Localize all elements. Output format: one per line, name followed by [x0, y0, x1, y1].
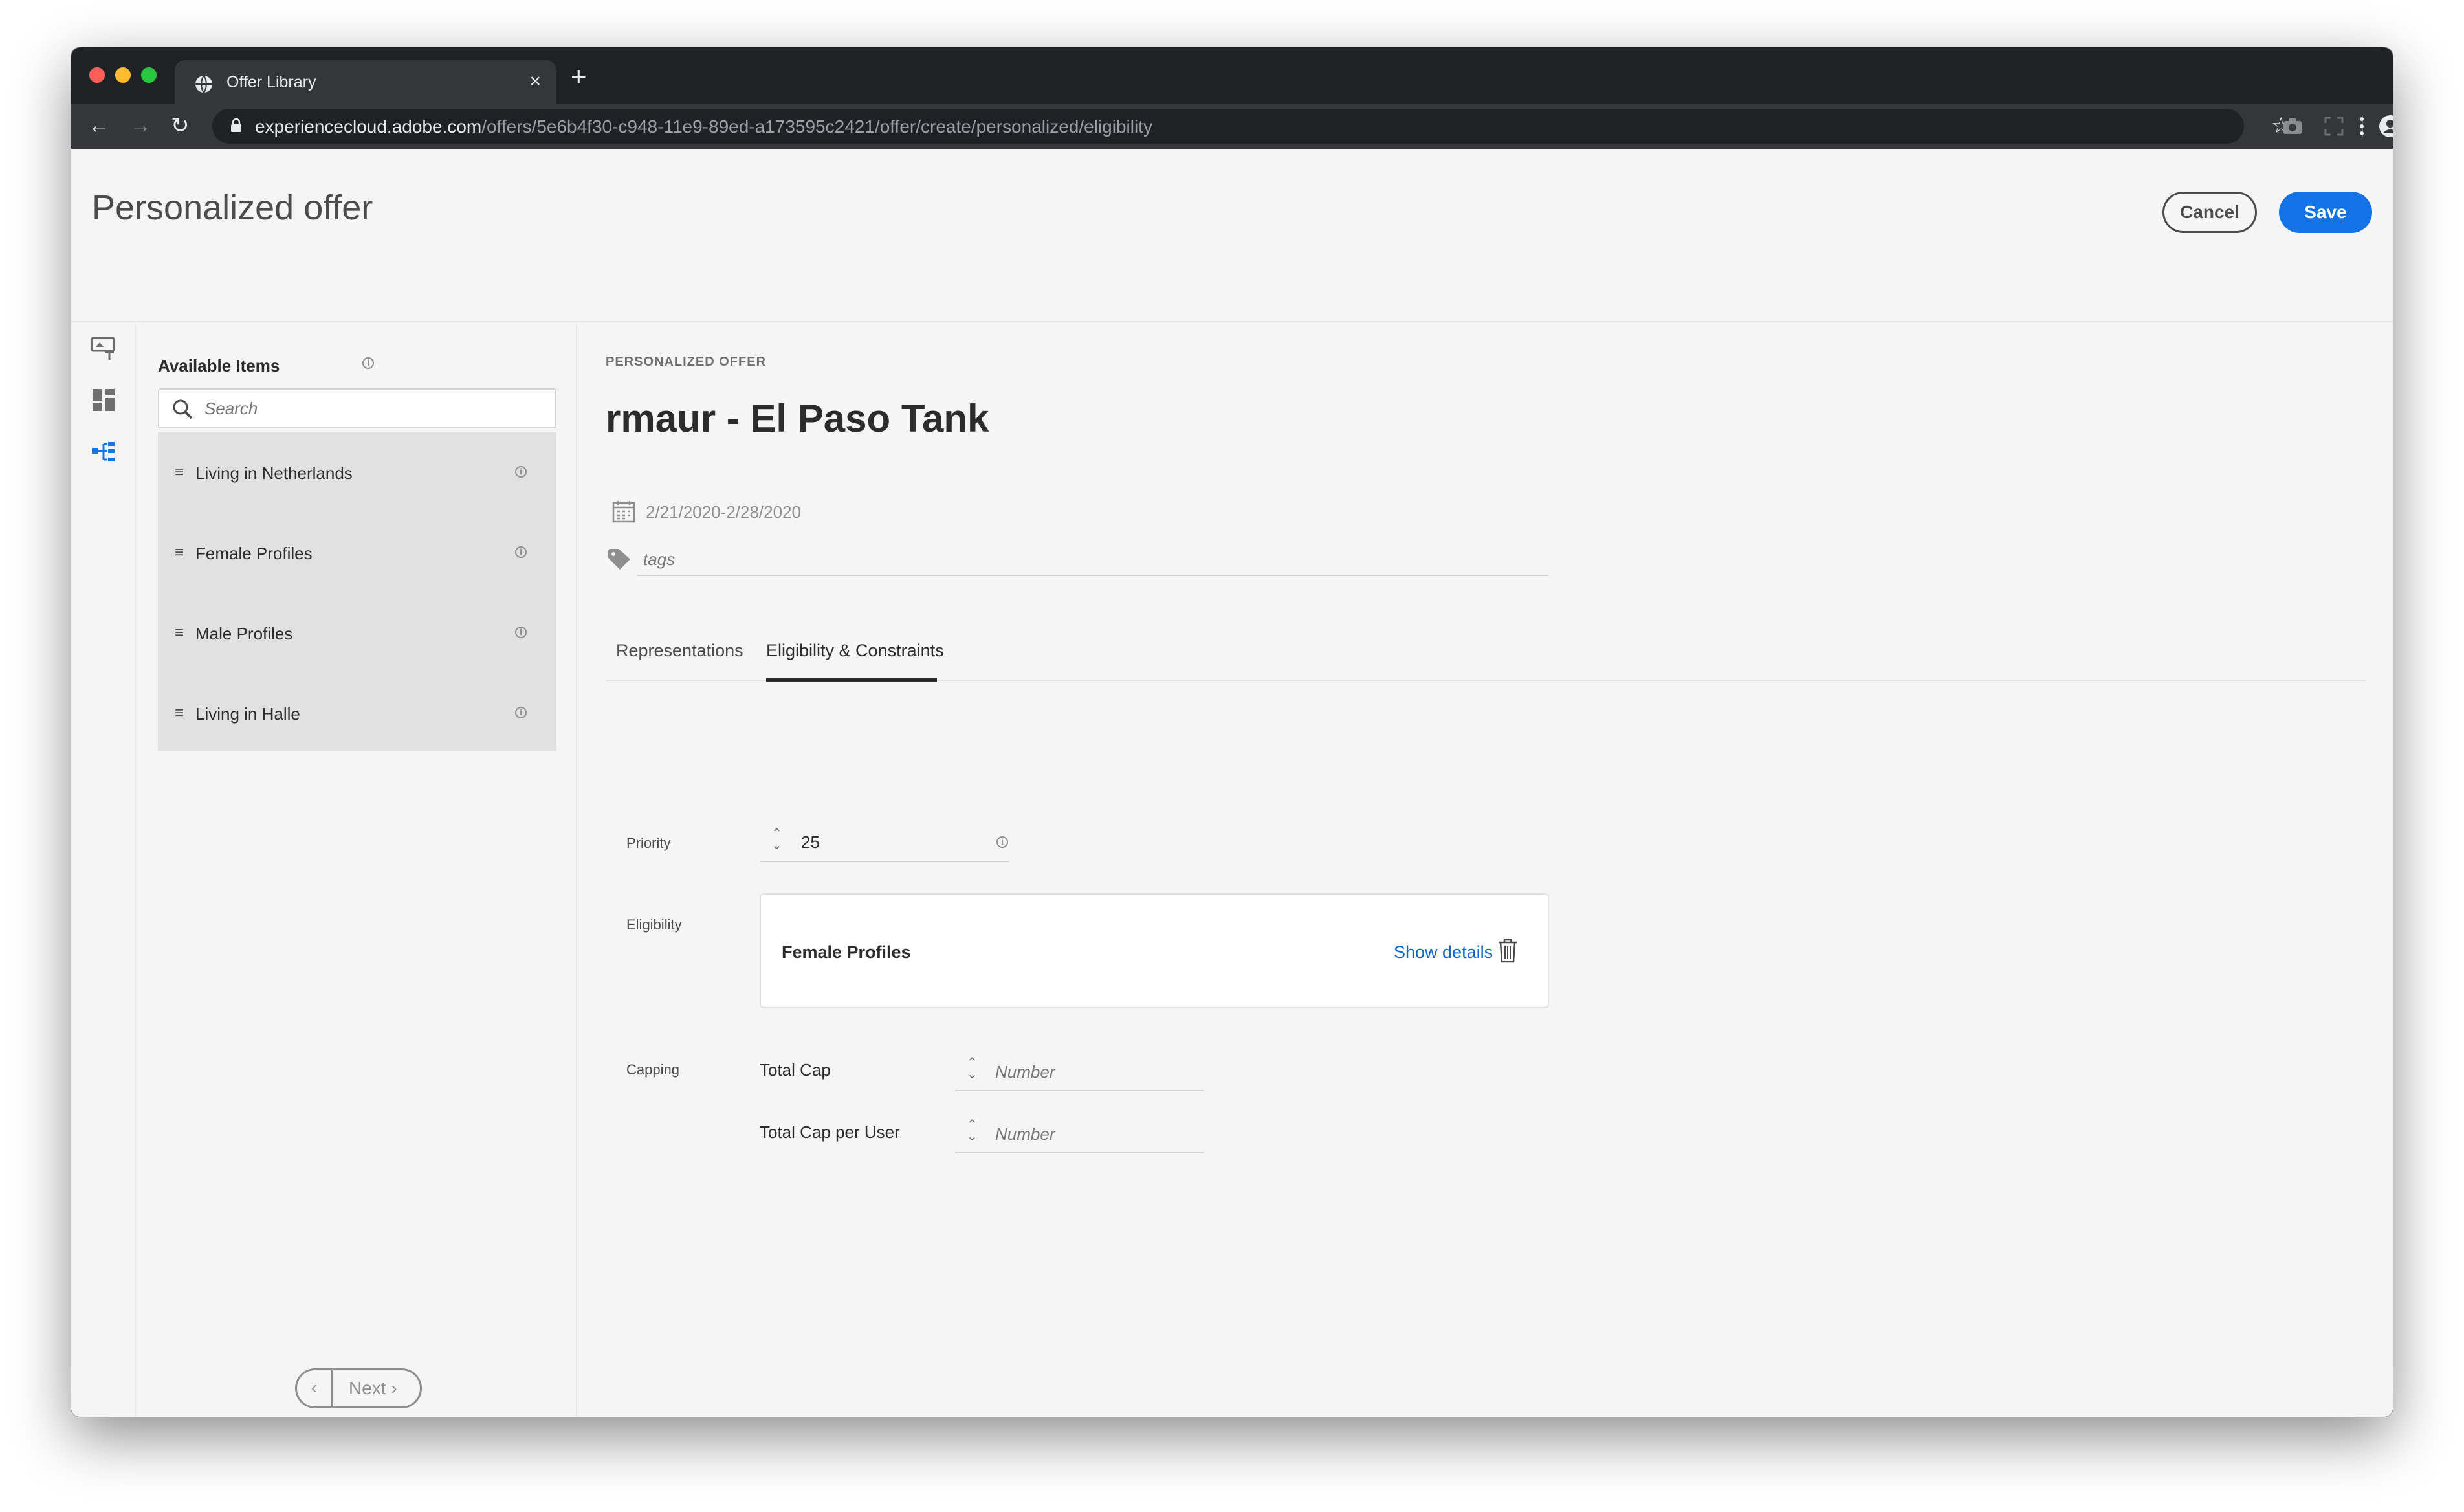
- drag-handle-icon[interactable]: ≡: [175, 544, 184, 562]
- info-icon[interactable]: i: [515, 707, 527, 718]
- fullscreen-icon[interactable]: [2324, 117, 2344, 136]
- drag-handle-icon[interactable]: ≡: [175, 624, 184, 642]
- offer-content-icon[interactable]: [91, 335, 116, 361]
- show-details-link[interactable]: Show details: [1394, 942, 1493, 962]
- previous-button[interactable]: ‹: [297, 1370, 333, 1406]
- back-icon[interactable]: ←: [88, 113, 110, 139]
- tab-title: Offer Library: [226, 73, 316, 91]
- available-items-panel: Available Items i ≡ Living in Netherland…: [137, 324, 577, 1417]
- new-tab-button[interactable]: +: [571, 63, 587, 90]
- url-path: /offers/5e6b4f30-c948-11e9-89ed-a173595c…: [481, 117, 1152, 137]
- priority-stepper[interactable]: ⌃ ⌄ 25 i: [760, 823, 1009, 862]
- page-header: Personalized offer Cancel Save: [71, 149, 2393, 322]
- url-host: experiencecloud.adobe.com: [255, 117, 482, 137]
- increment-icon[interactable]: ⌃: [967, 1118, 978, 1131]
- item-label: Living in Halle: [195, 704, 300, 724]
- capping-label: Capping: [626, 1062, 679, 1078]
- total-cap-label: Total Cap: [760, 1060, 831, 1080]
- menu-icon[interactable]: [2359, 117, 2364, 136]
- browser-toolbar: ← → ↻ experiencecloud.adobe.com/offers/5…: [71, 104, 2393, 149]
- active-tab-indicator: [766, 678, 937, 682]
- close-tab-icon[interactable]: ×: [529, 71, 541, 93]
- search-input[interactable]: [204, 395, 541, 422]
- left-rail: [71, 324, 136, 1417]
- maximize-window-button[interactable]: [141, 67, 157, 83]
- trash-icon[interactable]: [1497, 939, 1518, 963]
- decrement-icon[interactable]: ⌄: [771, 839, 782, 852]
- forward-icon[interactable]: →: [129, 113, 151, 139]
- priority-value[interactable]: 25: [801, 832, 820, 852]
- info-icon[interactable]: i: [996, 836, 1008, 848]
- eligibility-label: Eligibility: [626, 917, 682, 933]
- item-label: Female Profiles: [195, 544, 313, 563]
- offer-editor: PERSONALIZED OFFER rmaur - El Paso Tank …: [578, 324, 2393, 1417]
- tags-input[interactable]: [637, 544, 1549, 576]
- total-cap-per-user-input[interactable]: [995, 1121, 1189, 1147]
- profile-icon[interactable]: [2379, 115, 2393, 138]
- browser-window: Offer Library × + ← → ↻ experiencecloud.…: [71, 47, 2393, 1417]
- increment-icon[interactable]: ⌃: [771, 827, 782, 840]
- offer-tabs: Representations Eligibility & Constraint…: [606, 627, 2366, 682]
- search-field[interactable]: [158, 388, 556, 428]
- next-button[interactable]: Next ›: [349, 1378, 397, 1399]
- info-icon[interactable]: i: [362, 357, 374, 369]
- offer-type-label: PERSONALIZED OFFER: [606, 355, 767, 369]
- total-cap-input[interactable]: [995, 1059, 1189, 1085]
- total-cap-per-user-stepper[interactable]: ⌃ ⌄: [955, 1113, 1204, 1153]
- calendar-icon: [612, 501, 635, 523]
- url-text: experiencecloud.adobe.com/offers/5e6b4f3…: [255, 117, 1152, 137]
- decrement-icon[interactable]: ⌄: [967, 1130, 978, 1143]
- offer-title: rmaur - El Paso Tank: [606, 397, 989, 440]
- page-title: Personalized offer: [92, 188, 373, 227]
- address-bar[interactable]: experiencecloud.adobe.com/offers/5e6b4f3…: [212, 109, 2244, 144]
- available-items-list: ≡ Living in Netherlands i ≡ Female Profi…: [158, 432, 556, 751]
- app-content: Personalized offer Cancel Save Available…: [71, 149, 2393, 1417]
- components-icon[interactable]: [91, 387, 116, 413]
- tag-icon: [608, 549, 630, 570]
- save-button[interactable]: Save: [2279, 192, 2372, 233]
- info-icon[interactable]: i: [515, 546, 527, 558]
- pagination-control: ‹ Next ›: [295, 1368, 422, 1408]
- cancel-button[interactable]: Cancel: [2162, 192, 2257, 233]
- list-item[interactable]: ≡ Female Profiles i: [158, 513, 556, 593]
- drag-handle-icon[interactable]: ≡: [175, 463, 184, 482]
- decrement-icon[interactable]: ⌄: [967, 1068, 978, 1081]
- reload-icon[interactable]: ↻: [171, 113, 190, 139]
- tab-representations[interactable]: Representations: [616, 641, 743, 661]
- selected-eligibility: Female Profiles: [782, 942, 911, 962]
- list-item[interactable]: ≡ Living in Halle i: [158, 673, 556, 753]
- browser-tab[interactable]: Offer Library ×: [175, 60, 556, 104]
- minimize-window-button[interactable]: [115, 67, 131, 83]
- lock-icon: [231, 118, 241, 132]
- camera-icon[interactable]: [2283, 118, 2302, 135]
- search-icon: [173, 399, 193, 419]
- date-range: 2/21/2020-2/28/2020: [646, 502, 801, 522]
- hierarchy-icon[interactable]: [91, 439, 116, 465]
- item-label: Male Profiles: [195, 624, 293, 643]
- total-cap-per-user-label: Total Cap per User: [760, 1122, 900, 1142]
- priority-label: Priority: [626, 835, 671, 851]
- close-window-button[interactable]: [89, 67, 105, 83]
- drag-handle-icon[interactable]: ≡: [175, 704, 184, 722]
- tab-bar: Offer Library × +: [71, 47, 2393, 104]
- list-item[interactable]: ≡ Male Profiles i: [158, 593, 556, 673]
- list-item[interactable]: ≡ Living in Netherlands i: [158, 432, 556, 513]
- info-icon[interactable]: i: [515, 627, 527, 638]
- increment-icon[interactable]: ⌃: [967, 1056, 978, 1069]
- globe-icon: [195, 75, 212, 93]
- info-icon[interactable]: i: [515, 466, 527, 478]
- item-label: Living in Netherlands: [195, 463, 353, 483]
- available-items-title: Available Items: [158, 356, 280, 375]
- eligibility-drop-zone[interactable]: Female Profiles Show details: [760, 893, 1549, 1008]
- tab-eligibility-constraints[interactable]: Eligibility & Constraints: [766, 641, 944, 661]
- total-cap-stepper[interactable]: ⌃ ⌄: [955, 1051, 1204, 1091]
